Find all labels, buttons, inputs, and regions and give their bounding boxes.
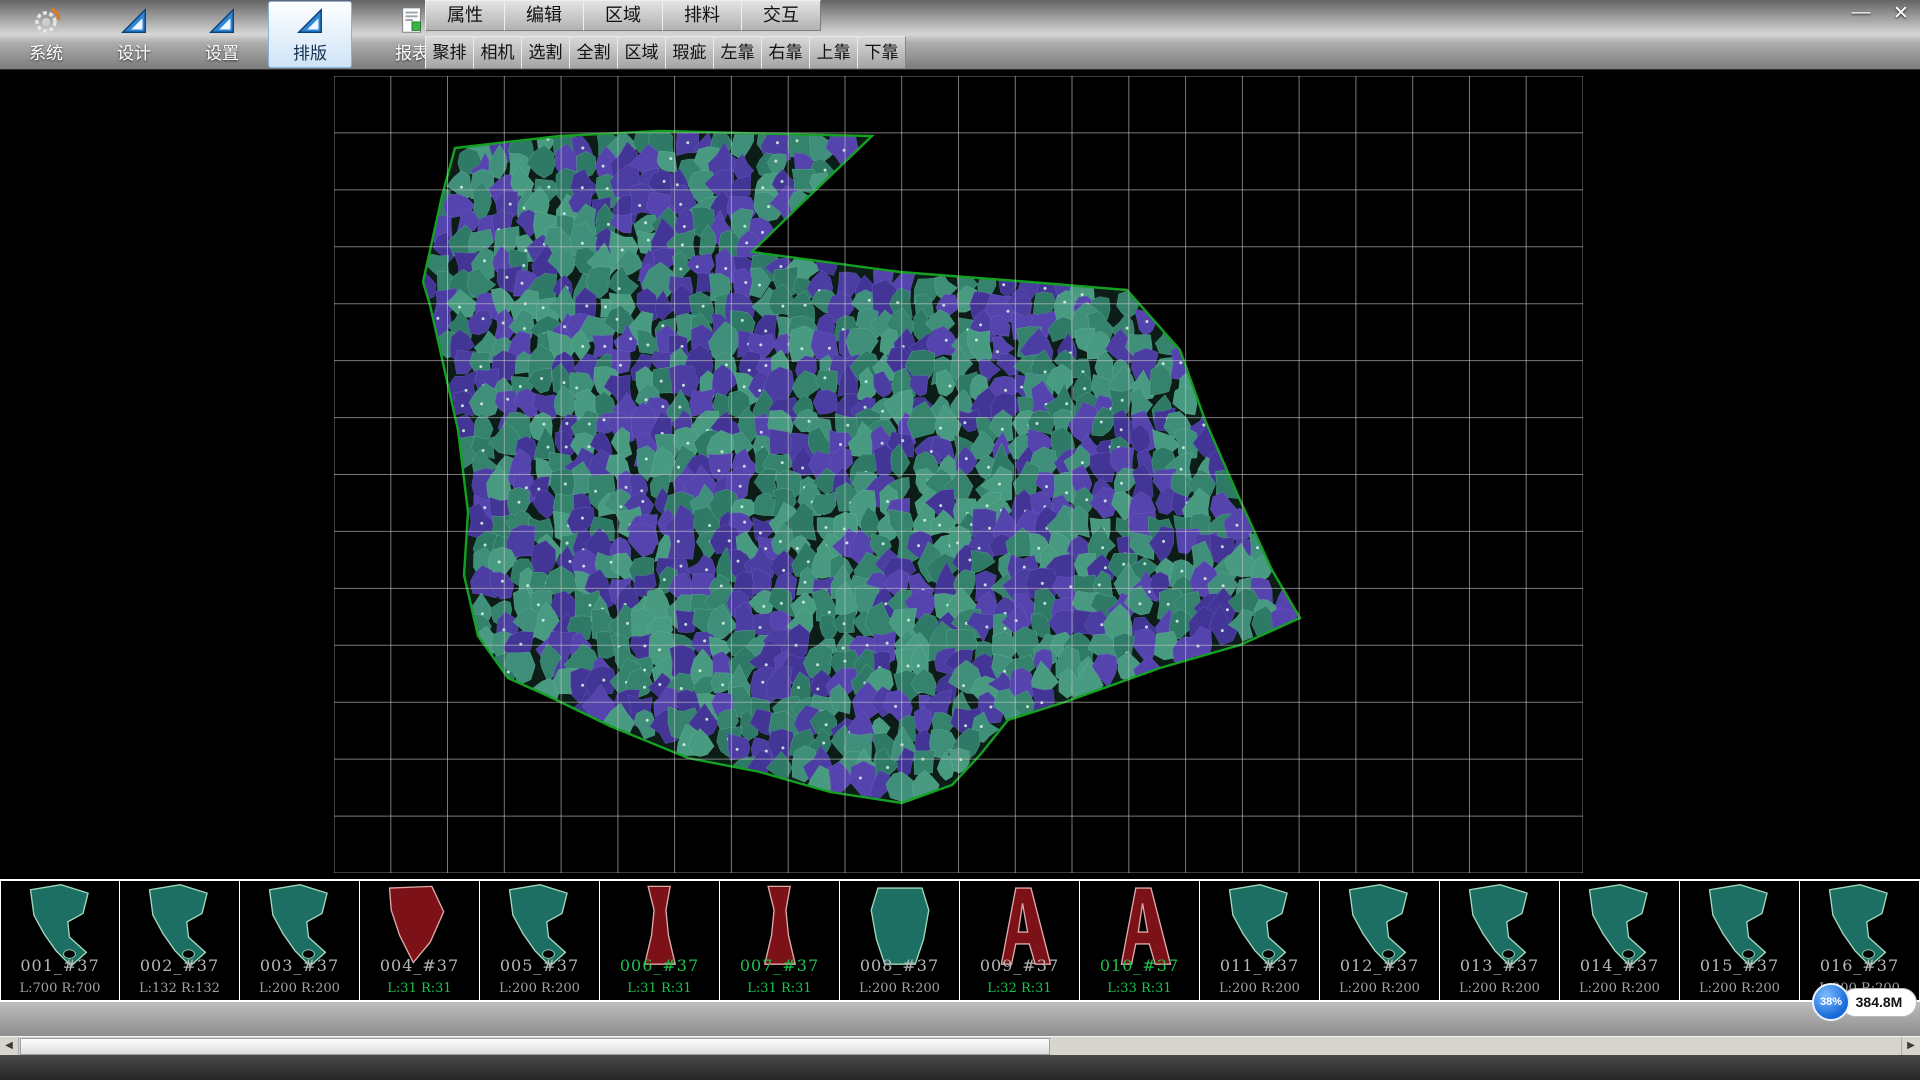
thumbnail-010_#37[interactable]: 010_#37 L:33 R:31 xyxy=(1080,881,1200,1000)
thumbnail-006_#37[interactable]: 006_#37 L:31 R:31 xyxy=(600,881,720,1000)
mode-layout-button[interactable]: 排版 xyxy=(268,1,352,68)
nesting-canvas[interactable] xyxy=(334,76,1583,873)
tab-properties[interactable]: 属性 xyxy=(425,0,505,31)
bottom-gray-band xyxy=(0,1002,1920,1036)
tool-cluster-nest[interactable]: 聚排 xyxy=(425,36,474,69)
memory-usage-badge: 384.8M xyxy=(1841,988,1917,1017)
window-bottom-edge xyxy=(0,1055,1920,1080)
tool-defect[interactable]: 瑕疵 xyxy=(665,36,714,69)
scroll-left-arrow[interactable]: ◀ xyxy=(0,1037,19,1055)
tool-buttons: 聚排 相机 选割 全割 区域 瑕疵 左靠 右靠 上靠 下靠 xyxy=(426,36,906,69)
piece-id-label: 012_#37 xyxy=(1320,956,1439,975)
nesting-workspace xyxy=(0,70,1920,879)
app-mode-buttons: 系统 设计 设置 xyxy=(4,1,454,68)
mode-system-button[interactable]: 系统 xyxy=(4,1,88,68)
piece-lr-label: L:200 R:200 xyxy=(1440,981,1559,996)
tab-edit[interactable]: 编辑 xyxy=(504,0,584,31)
set-square-icon xyxy=(205,5,239,37)
toolbar: 系统 设计 设置 xyxy=(0,0,1920,70)
thumbnail-013_#37[interactable]: 013_#37 L:200 R:200 xyxy=(1440,881,1560,1000)
thumbnail-015_#37[interactable]: 015_#37 L:200 R:200 xyxy=(1680,881,1800,1000)
thumbnail-016_#37[interactable]: 016_#37 L:200 R:200 xyxy=(1800,881,1920,1000)
mode-system-label: 系统 xyxy=(29,39,63,64)
tab-interaction[interactable]: 交互 xyxy=(741,0,821,31)
tool-align-top[interactable]: 上靠 xyxy=(809,36,858,69)
tool-select-cut[interactable]: 选割 xyxy=(521,36,570,69)
piece-id-label: 006_#37 xyxy=(600,956,719,975)
thumbnail-strip: 001_#37 L:700 R:700 002_#37 L:132 R:132 … xyxy=(0,879,1920,1002)
thumbnail-001_#37[interactable]: 001_#37 L:700 R:700 xyxy=(0,881,120,1000)
piece-lr-label: L:200 R:200 xyxy=(240,981,359,996)
piece-id-label: 001_#37 xyxy=(1,956,119,975)
tool-align-right[interactable]: 右靠 xyxy=(761,36,810,69)
thumbnail-009_#37[interactable]: 009_#37 L:32 R:31 xyxy=(960,881,1080,1000)
piece-id-label: 002_#37 xyxy=(120,956,239,975)
set-square-icon xyxy=(293,5,327,37)
tool-cut-all[interactable]: 全割 xyxy=(569,36,618,69)
gear-icon xyxy=(29,5,63,37)
window-controls: — ✕ xyxy=(1850,2,1912,25)
piece-id-label: 013_#37 xyxy=(1440,956,1559,975)
piece-id-label: 009_#37 xyxy=(960,956,1079,975)
progress-badge: 38% xyxy=(1812,983,1850,1021)
piece-id-label: 014_#37 xyxy=(1560,956,1679,975)
thumbnail-003_#37[interactable]: 003_#37 L:200 R:200 xyxy=(240,881,360,1000)
mode-design-button[interactable]: 设计 xyxy=(92,1,176,68)
piece-lr-label: L:132 R:132 xyxy=(120,981,239,996)
report-document-icon xyxy=(395,5,429,37)
piece-lr-label: L:200 R:200 xyxy=(480,981,599,996)
thumbnail-005_#37[interactable]: 005_#37 L:200 R:200 xyxy=(480,881,600,1000)
set-square-icon xyxy=(117,5,151,37)
piece-lr-label: L:31 R:31 xyxy=(360,981,479,996)
tool-camera[interactable]: 相机 xyxy=(473,36,522,69)
mode-design-label: 设计 xyxy=(117,39,151,64)
thumbnail-002_#37[interactable]: 002_#37 L:132 R:132 xyxy=(120,881,240,1000)
mode-settings-button[interactable]: 设置 xyxy=(180,1,264,68)
piece-id-label: 003_#37 xyxy=(240,956,359,975)
tab-nesting[interactable]: 排料 xyxy=(662,0,742,31)
piece-lr-label: L:700 R:700 xyxy=(1,981,119,996)
close-button[interactable]: ✕ xyxy=(1890,2,1912,25)
piece-id-label: 015_#37 xyxy=(1680,956,1799,975)
nesting-app-window: 系统 设计 设置 xyxy=(0,0,1920,1080)
mode-layout-label: 排版 xyxy=(293,39,327,64)
thumbnail-011_#37[interactable]: 011_#37 L:200 R:200 xyxy=(1200,881,1320,1000)
tab-region[interactable]: 区域 xyxy=(583,0,663,31)
thumbnail-004_#37[interactable]: 004_#37 L:31 R:31 xyxy=(360,881,480,1000)
thumbnail-012_#37[interactable]: 012_#37 L:200 R:200 xyxy=(1320,881,1440,1000)
thumbnail-014_#37[interactable]: 014_#37 L:200 R:200 xyxy=(1560,881,1680,1000)
thumbnail-008_#37[interactable]: 008_#37 L:200 R:200 xyxy=(840,881,960,1000)
thumbnail-007_#37[interactable]: 007_#37 L:31 R:31 xyxy=(720,881,840,1000)
horizontal-scrollbar[interactable]: ◀ ▶ xyxy=(0,1036,1920,1055)
piece-lr-label: L:32 R:31 xyxy=(960,981,1079,996)
piece-id-label: 011_#37 xyxy=(1200,956,1319,975)
piece-lr-label: L:200 R:200 xyxy=(1200,981,1319,996)
tool-align-bottom[interactable]: 下靠 xyxy=(857,36,906,69)
piece-id-label: 004_#37 xyxy=(360,956,479,975)
piece-id-label: 005_#37 xyxy=(480,956,599,975)
menu-tabs: 属性 编辑 区域 排料 交互 xyxy=(426,0,821,31)
scroll-right-arrow[interactable]: ▶ xyxy=(1901,1037,1920,1055)
piece-lr-label: L:200 R:200 xyxy=(1680,981,1799,996)
scrollbar-thumb[interactable] xyxy=(20,1038,1050,1055)
tool-region[interactable]: 区域 xyxy=(617,36,666,69)
piece-id-label: 008_#37 xyxy=(840,956,959,975)
piece-lr-label: L:200 R:200 xyxy=(840,981,959,996)
piece-lr-label: L:31 R:31 xyxy=(600,981,719,996)
piece-id-label: 007_#37 xyxy=(720,956,839,975)
minimize-button[interactable]: — xyxy=(1850,2,1872,25)
piece-id-label: 010_#37 xyxy=(1080,956,1199,975)
piece-lr-label: L:33 R:31 xyxy=(1080,981,1199,996)
piece-lr-label: L:31 R:31 xyxy=(720,981,839,996)
piece-lr-label: L:200 R:200 xyxy=(1320,981,1439,996)
piece-lr-label: L:200 R:200 xyxy=(1560,981,1679,996)
piece-id-label: 016_#37 xyxy=(1800,956,1919,975)
tool-align-left[interactable]: 左靠 xyxy=(713,36,762,69)
mode-report-label: 报表 xyxy=(395,39,429,64)
mode-settings-label: 设置 xyxy=(205,39,239,64)
